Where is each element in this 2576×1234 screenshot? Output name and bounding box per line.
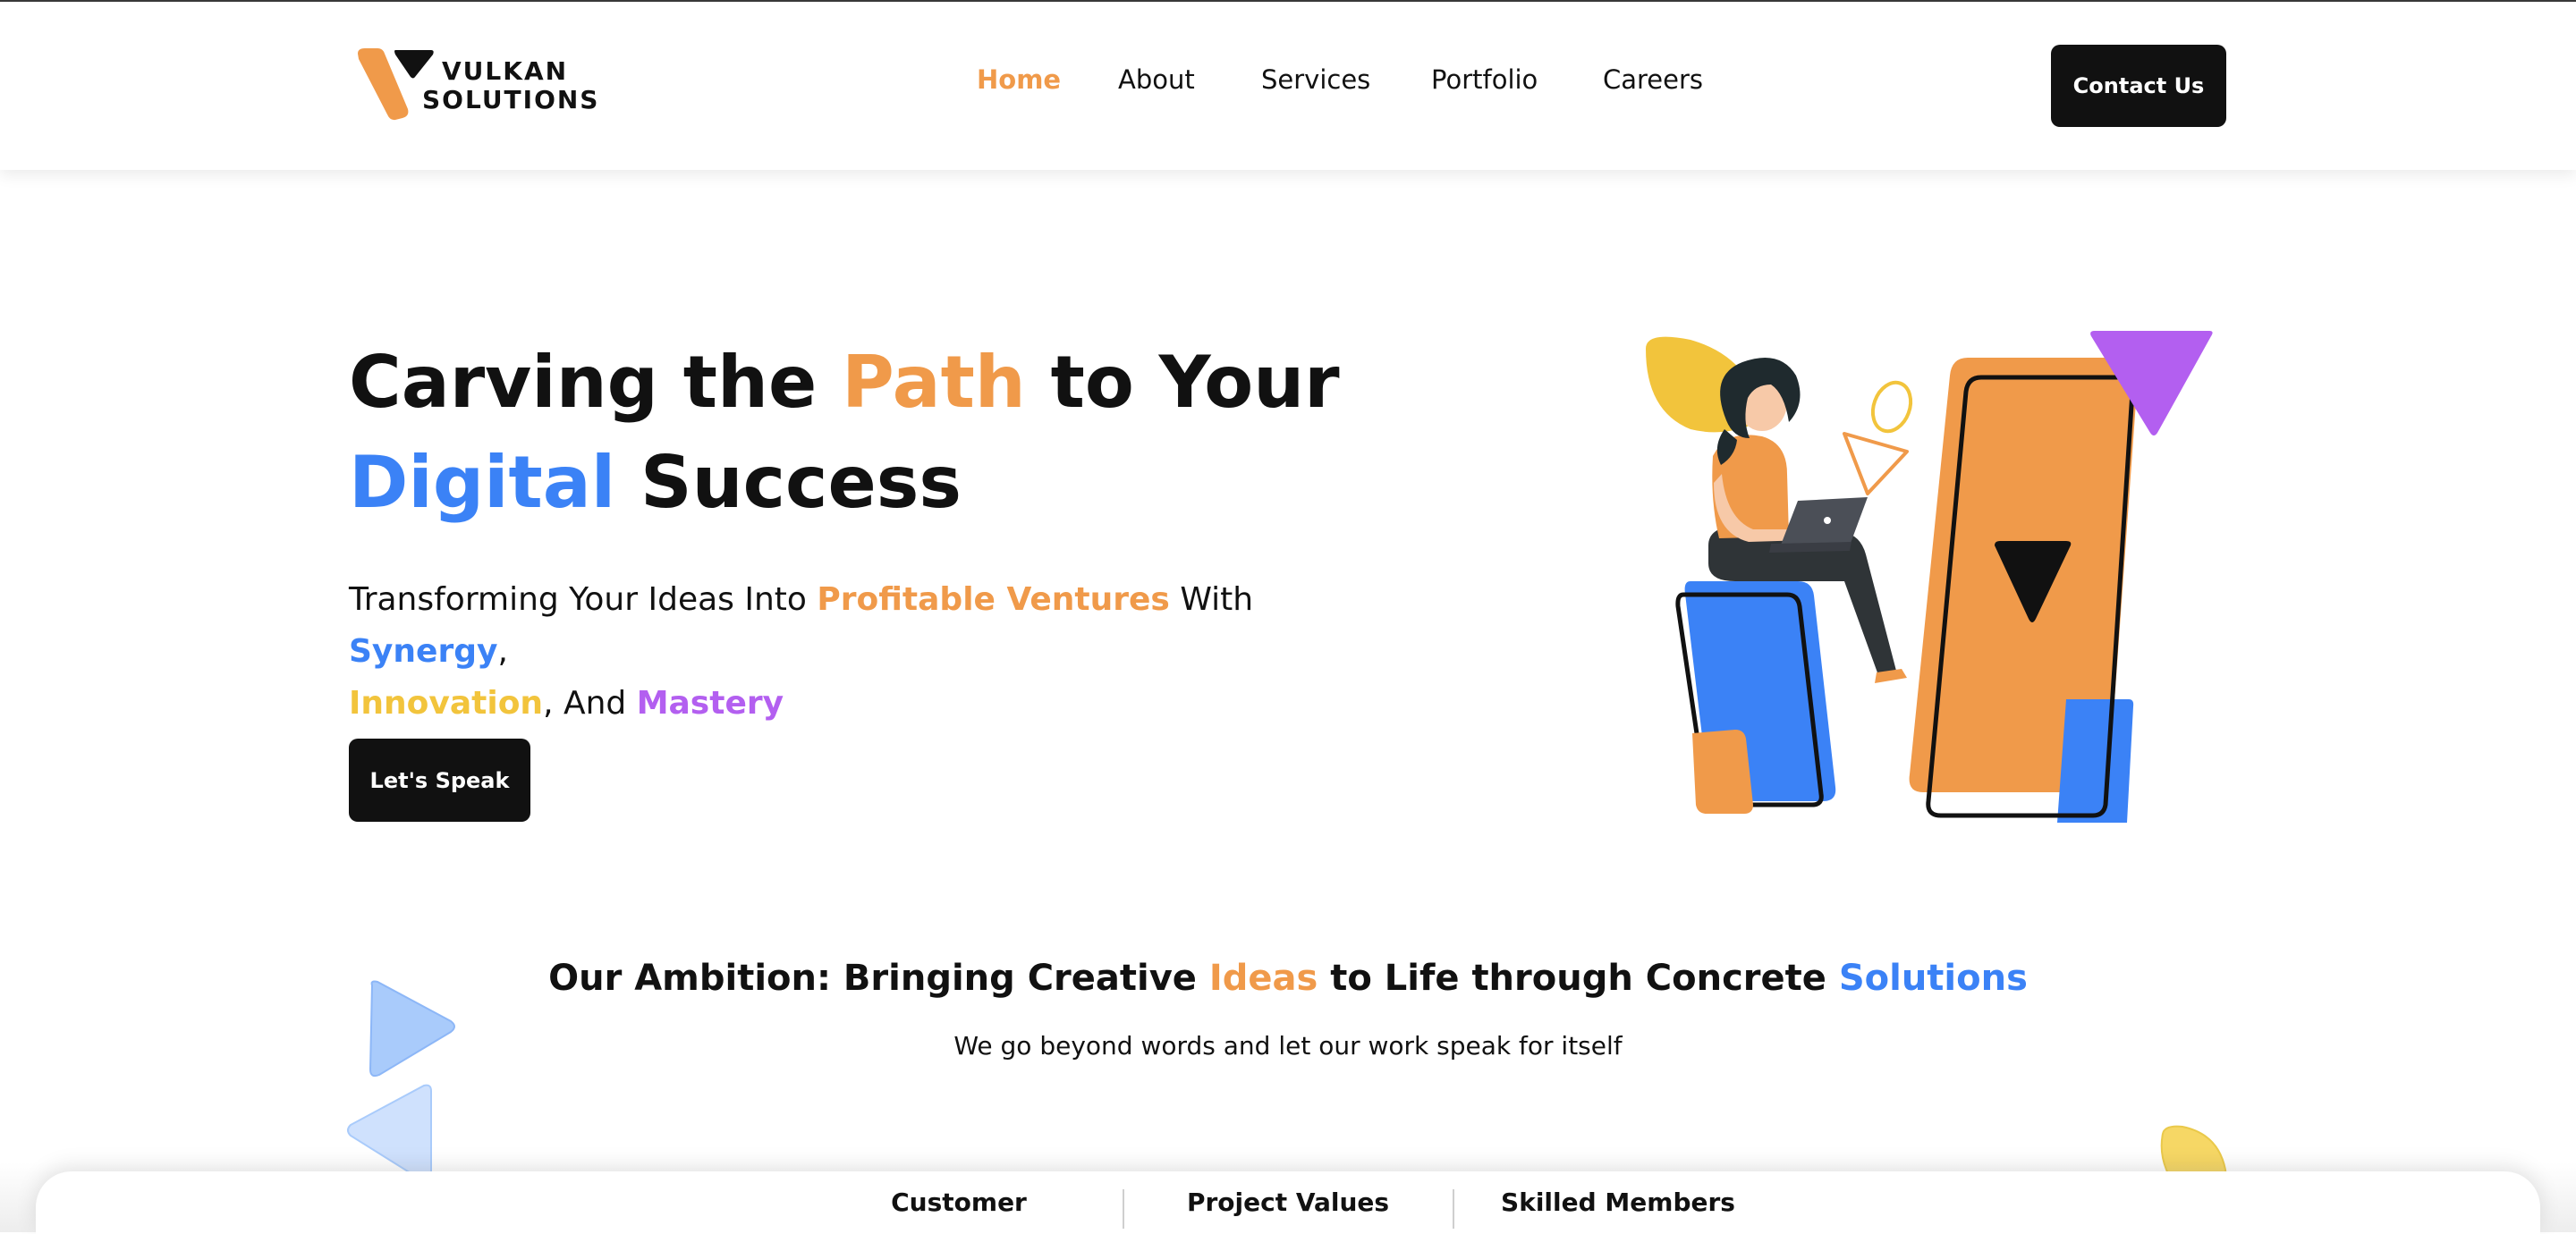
stat-customer-label: Customer [891,1188,1027,1217]
highlight-solutions: Solutions [1838,958,2028,999]
ambition-heading-part: Our Ambition: Bringing Creative [548,958,1209,999]
highlight-mastery: Mastery [636,685,784,722]
hero-subtitle-part: , [497,633,508,670]
logo-wordmark: VULKAN SOLUTIONS [422,57,599,114]
lets-speak-button[interactable]: Let's Speak [349,739,530,822]
hero-subtitle-part: With [1169,581,1254,618]
woman-with-laptop-illustration-icon [1646,331,2213,823]
nav-services[interactable]: Services [1261,64,1370,95]
hero-title-highlight-path: Path [842,341,1026,424]
hero-subtitle-part: , And [543,685,637,722]
stat-skilled-members-label: Skilled Members [1501,1188,1735,1217]
vulkan-logo[interactable]: VULKAN SOLUTIONS [356,46,597,122]
decorative-triangles-icon [347,980,455,1184]
logo-line-1: VULKAN [442,56,569,86]
highlight-innovation: Innovation [349,685,544,722]
hero-title-part: to Your [1025,341,1340,424]
logo-line-2: SOLUTIONS [422,85,600,114]
nav-careers[interactable]: Careers [1603,64,1703,95]
hero-subtitle: Transforming Your Ideas Into Profitable … [349,574,1377,730]
nav-about[interactable]: About [1118,64,1195,95]
hero-title-part: Carving the [349,341,843,424]
stat-project-values-label: Project Values [1186,1188,1390,1217]
ambition-heading-part: to Life through Concrete [1318,958,1839,999]
site-header: VULKAN SOLUTIONS Home About Services Por… [0,2,2576,170]
highlight-synergy: Synergy [349,633,498,670]
hero-title-part: Success [615,441,962,524]
hero-title: Carving the Path to Your Digital Success [349,333,1422,533]
nav-portfolio[interactable]: Portfolio [1431,64,1538,95]
hero-title-highlight-digital: Digital [349,441,616,524]
contact-us-button[interactable]: Contact Us [2051,45,2226,127]
nav-home[interactable]: Home [977,64,1061,95]
highlight-profitable-ventures: Profitable Ventures [817,581,1170,618]
hero-subtitle-part: Transforming Your Ideas Into [349,581,818,618]
highlight-ideas: Ideas [1208,958,1318,999]
